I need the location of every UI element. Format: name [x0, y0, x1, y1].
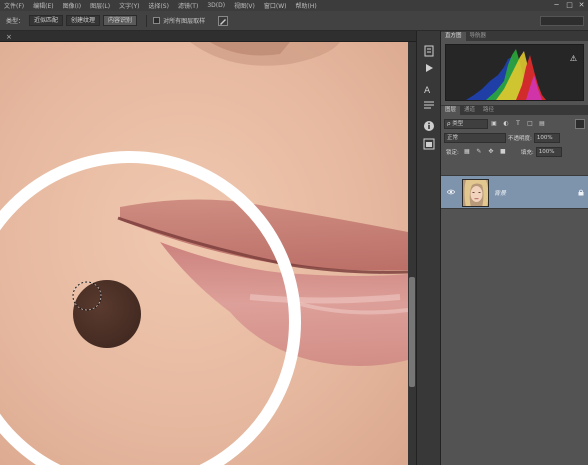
- opacity-input[interactable]: 100%: [533, 133, 560, 143]
- menu-file[interactable]: 文件(F): [4, 1, 24, 10]
- lock-label: 锁定:: [446, 150, 459, 156]
- blend-opacity-row: 正常 不透明度: 100%: [441, 131, 588, 145]
- histogram-tabs: 直方图 导航器: [441, 31, 588, 41]
- minimize-button[interactable]: ─: [552, 1, 561, 9]
- lock-transparent-icon[interactable]: ▦: [463, 148, 471, 156]
- layers-tabs: 图层 通道 路径: [441, 105, 588, 115]
- tab-paths[interactable]: 路径: [479, 106, 499, 115]
- type-label: 类型：: [6, 18, 25, 25]
- menu-select[interactable]: 选择(S): [148, 1, 169, 10]
- paragraph-icon[interactable]: [423, 99, 435, 111]
- blemish-spot: [73, 280, 141, 348]
- proximity-match-button[interactable]: 近似匹配: [29, 15, 64, 26]
- scrollbar-thumb[interactable]: [409, 277, 415, 387]
- menu-3d[interactable]: 3D(D): [207, 2, 225, 9]
- tab-channels[interactable]: 通道: [460, 106, 480, 115]
- layers-panel: 图层 通道 路径 ρ 类型 ▣ ◐ T □ ▤ 正常 不透明度: 100% 锁定…: [441, 105, 588, 465]
- brush-pressure-icon[interactable]: [218, 15, 229, 26]
- visibility-eye-icon[interactable]: [447, 189, 455, 195]
- canvas-vertical-scrollbar[interactable]: [408, 42, 416, 465]
- layer-thumbnail: [462, 179, 489, 207]
- layer-filter-select[interactable]: ρ 类型: [444, 119, 488, 129]
- menu-bar: 文件(F) 编辑(E) 图像(I) 图层(L) 文字(Y) 选择(S) 滤镜(T…: [0, 0, 588, 11]
- menu-window[interactable]: 窗口(W): [264, 1, 287, 10]
- maximize-button[interactable]: □: [565, 1, 574, 9]
- opacity-label: 不透明度:: [508, 136, 532, 142]
- fill-label: 填充:: [520, 150, 534, 156]
- filter-type-icon[interactable]: T: [514, 120, 522, 128]
- layer-name: 背景: [494, 190, 507, 197]
- filter-shape-icon[interactable]: □: [526, 120, 534, 128]
- lock-move-icon[interactable]: ✥: [487, 148, 495, 156]
- layer-filter-row: ρ 类型 ▣ ◐ T □ ▤: [441, 117, 588, 131]
- document-close-icon[interactable]: ×: [6, 33, 12, 41]
- character-icon[interactable]: A: [423, 83, 435, 95]
- filter-smart-icon[interactable]: ▤: [538, 120, 546, 128]
- cache-warning-icon[interactable]: ⚠: [570, 54, 577, 63]
- blend-mode-select[interactable]: 正常: [444, 133, 506, 143]
- menu-text[interactable]: 文字(Y): [119, 1, 139, 10]
- filter-pixel-icon[interactable]: ▣: [490, 120, 498, 128]
- tab-navigator[interactable]: 导航器: [465, 32, 491, 41]
- options-separator: [146, 14, 148, 27]
- sample-all-layers-checkbox[interactable]: [153, 17, 161, 24]
- close-window-button[interactable]: ✕: [577, 1, 586, 9]
- properties-icon[interactable]: [423, 138, 435, 150]
- menu-view[interactable]: 视图(V): [234, 1, 255, 10]
- workspace-switcher[interactable]: [540, 16, 584, 26]
- lock-all-icon[interactable]: ■: [499, 148, 507, 156]
- fill-input[interactable]: 100%: [535, 147, 562, 157]
- lock-fill-row: 锁定: ▦ ✎ ✥ ■ 填充: 100%: [441, 145, 588, 159]
- sample-all-layers-label: 对所有图层取样: [163, 18, 206, 25]
- info-icon[interactable]: [423, 120, 435, 132]
- menu-layer[interactable]: 图层(L): [90, 1, 110, 10]
- image-canvas[interactable]: [0, 42, 408, 465]
- filter-adjust-icon[interactable]: ◐: [502, 120, 510, 128]
- layer-lock-icon: [578, 189, 584, 196]
- layer-row-background[interactable]: 背景: [441, 175, 588, 209]
- panel-dock: A: [416, 31, 441, 465]
- photo-lips-closeup: [0, 42, 408, 465]
- filter-toggle[interactable]: [575, 119, 585, 129]
- menu-help[interactable]: 帮助(H): [296, 1, 317, 10]
- svg-text:A: A: [424, 86, 431, 95]
- create-texture-button[interactable]: 创建纹理: [66, 15, 101, 26]
- document-tab-strip: [0, 31, 416, 42]
- play-action-icon[interactable]: [423, 62, 435, 74]
- histogram-chart: ⚠: [445, 44, 584, 101]
- right-panel: 直方图 导航器 ⚠ 图层 通道 路径 ρ 类型 ▣ ◐ T □ ▤ 正常 不透明…: [441, 31, 588, 465]
- menu-image[interactable]: 图像(I): [63, 1, 81, 10]
- history-icon[interactable]: [423, 45, 435, 57]
- tab-histogram[interactable]: 直方图: [441, 32, 466, 41]
- menu-edit[interactable]: 编辑(E): [33, 1, 53, 10]
- tool-options-bar: 类型： 近似匹配 创建纹理 内容识别 对所有图层取样: [0, 11, 588, 31]
- content-aware-button[interactable]: 内容识别: [103, 15, 138, 26]
- lock-brush-icon[interactable]: ✎: [475, 148, 483, 156]
- menu-filter[interactable]: 滤镜(T): [178, 1, 198, 10]
- tab-layers[interactable]: 图层: [441, 106, 461, 115]
